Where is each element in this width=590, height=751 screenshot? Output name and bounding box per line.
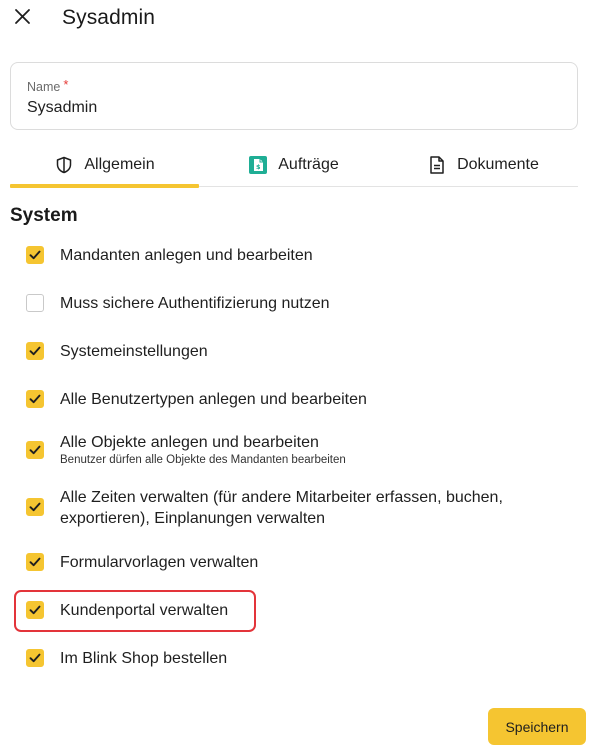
tab-bar: Allgemein $ Aufträge Dokumente <box>10 143 578 188</box>
order-document-icon: $ <box>248 155 268 175</box>
tab-auftraege[interactable]: $ Aufträge <box>199 143 388 186</box>
required-marker: * <box>63 77 69 92</box>
permission-label: Im Blink Shop bestellen <box>60 650 228 667</box>
check-icon <box>29 653 41 663</box>
permission-item[interactable]: Im Blink Shop bestellen <box>24 646 564 670</box>
permission-label: Mandanten anlegen und bearbeiten <box>60 247 313 264</box>
section-title: System <box>10 205 78 226</box>
checkbox[interactable] <box>26 342 44 360</box>
name-label-text: Name <box>27 80 61 94</box>
permission-label: Formularvorlagen verwalten <box>60 554 259 571</box>
permission-item[interactable]: Muss sichere Authentifizierung nutzen <box>24 291 564 315</box>
shield-icon <box>54 155 74 175</box>
name-input[interactable] <box>27 99 557 117</box>
permission-label: Systemeinstellungen <box>60 343 208 360</box>
checkbox[interactable] <box>26 498 44 516</box>
check-icon <box>29 250 41 260</box>
save-button[interactable]: Speichern <box>488 708 586 745</box>
tab-allgemein-label: Allgemein <box>84 155 155 173</box>
check-icon <box>29 605 41 615</box>
check-icon <box>29 346 41 356</box>
permission-dialog: Sysadmin Name* Allgemein $ <box>0 0 590 751</box>
checkbox[interactable] <box>26 294 44 312</box>
permission-description: Benutzer dürfen alle Objekte des Mandant… <box>60 454 346 466</box>
permission-item[interactable]: Alle Zeiten verwalten (für andere Mitarb… <box>24 486 564 530</box>
permission-label: Muss sichere Authentifizierung nutzen <box>60 295 330 312</box>
checkbox[interactable] <box>26 601 44 619</box>
permission-label: Alle Zeiten verwalten (für andere Mitarb… <box>60 489 503 527</box>
tab-allgemein[interactable]: Allgemein <box>10 143 199 188</box>
permission-item[interactable]: Mandanten anlegen und bearbeiten <box>24 243 564 267</box>
check-icon <box>29 502 41 512</box>
close-icon <box>15 9 30 24</box>
tab-auftraege-label: Aufträge <box>278 155 339 173</box>
checkbox[interactable] <box>26 246 44 264</box>
checkbox[interactable] <box>26 441 44 459</box>
permission-label: Alle Benutzertypen anlegen und bearbeite… <box>60 391 367 408</box>
check-icon <box>29 394 41 404</box>
name-field[interactable]: Name * <box>10 62 578 130</box>
tab-dokumente-label: Dokumente <box>457 155 539 173</box>
permission-item[interactable]: Kundenportal verwalten <box>24 598 564 622</box>
permission-item[interactable]: Systemeinstellungen <box>24 339 564 363</box>
check-icon <box>29 557 41 567</box>
name-field-label: Name * <box>27 77 69 94</box>
dialog-header: Sysadmin <box>0 0 590 40</box>
active-tab-indicator <box>10 184 199 188</box>
permission-item[interactable]: Alle Benutzertypen anlegen und bearbeite… <box>24 387 564 411</box>
check-icon <box>29 445 41 455</box>
svg-text:$: $ <box>256 163 261 171</box>
permission-label: Kundenportal verwalten <box>60 602 229 619</box>
permission-item[interactable]: Formularvorlagen verwalten <box>24 550 564 574</box>
page-title: Sysadmin <box>62 6 156 29</box>
document-icon <box>427 155 447 175</box>
permission-label: Alle Objekte anlegen und bearbeiten <box>60 434 319 451</box>
checkbox[interactable] <box>26 649 44 667</box>
close-button[interactable] <box>12 6 34 28</box>
checkbox[interactable] <box>26 553 44 571</box>
tab-dokumente[interactable]: Dokumente <box>388 143 578 186</box>
permission-item[interactable]: Alle Objekte anlegen und bearbeiten Benu… <box>24 431 564 471</box>
checkbox[interactable] <box>26 390 44 408</box>
